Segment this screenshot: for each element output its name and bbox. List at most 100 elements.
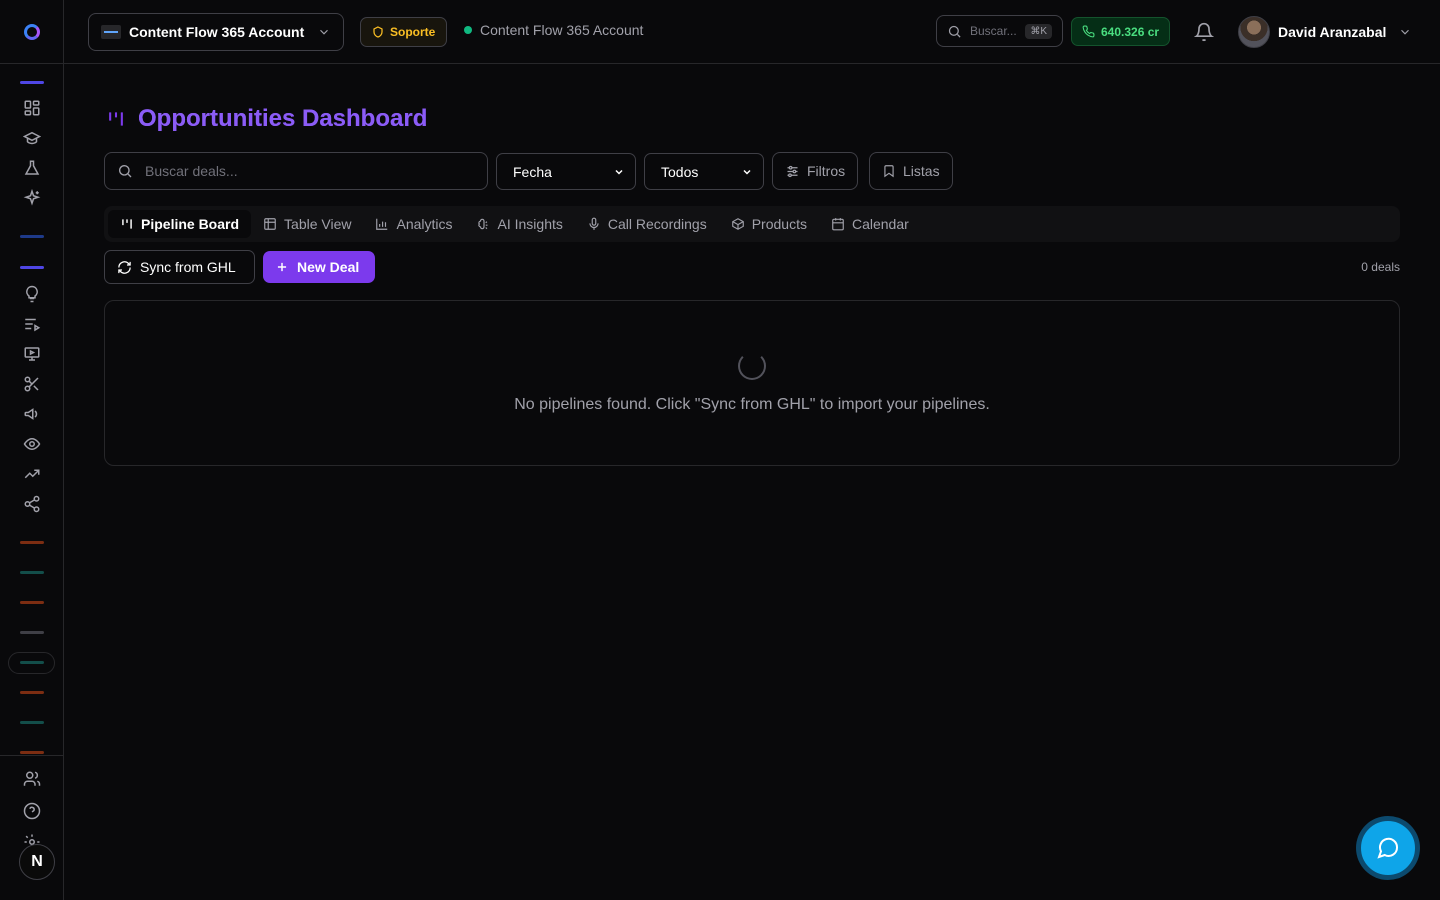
chevron-down-icon [1398,25,1412,39]
page-header: Opportunities Dashboard [106,105,427,133]
chevron-down-icon [741,166,753,178]
section-indicator [20,541,44,544]
graduation-cap-icon[interactable] [22,128,42,148]
lightbulb-icon[interactable] [22,284,42,304]
deal-search-placeholder: Buscar deals... [145,163,238,179]
section-indicator [20,691,44,694]
section-indicator [20,235,44,238]
tab-label: AI Insights [497,216,563,232]
status-dot [464,26,472,34]
workspace-avatar[interactable]: N [19,844,55,880]
status-select[interactable]: Todos [644,153,764,190]
view-tabs: Pipeline Board Table View Analytics AI I… [104,206,1400,242]
account-switcher[interactable]: Content Flow 365 Account [88,13,344,51]
user-menu[interactable]: David Aranzabal [1238,16,1412,48]
new-deal-label: New Deal [297,259,360,275]
status-select-value: Todos [661,163,699,180]
help-icon[interactable] [22,801,42,821]
plus-icon [275,260,289,274]
share-icon[interactable] [22,494,42,514]
megaphone-icon[interactable] [22,404,42,424]
tab-table-view[interactable]: Table View [251,210,363,238]
calendar-icon [831,217,845,231]
deal-search-input[interactable]: Buscar deals... [104,152,488,190]
sliders-icon [785,164,800,179]
page-title: Opportunities Dashboard [138,105,428,132]
bar-chart-icon [375,217,389,231]
section-indicator [20,661,44,664]
tab-label: Table View [284,216,352,232]
bell-icon[interactable] [1194,22,1214,42]
sidebar: N [0,0,64,900]
sidebar-divider [0,755,63,756]
section-indicator [20,721,44,724]
flask-icon[interactable] [22,158,42,178]
tab-label: Analytics [396,216,453,232]
trending-up-icon[interactable] [22,464,42,484]
tab-pipeline-board[interactable]: Pipeline Board [108,210,252,238]
section-indicator [20,571,44,574]
presentation-icon[interactable] [22,344,42,364]
chat-button[interactable] [1359,819,1417,877]
deal-count: 0 deals [1361,260,1400,274]
app-logo[interactable] [24,24,40,40]
tab-label: Call Recordings [607,216,707,232]
pipeline-board-panel: No pipelines found. Click "Sync from GHL… [104,300,1400,466]
tab-call-recordings[interactable]: Call Recordings [575,210,719,238]
filters-label: Filtros [807,163,846,179]
section-indicator [20,601,44,604]
search-icon [947,24,962,39]
tab-ai-insights[interactable]: AI Insights [465,210,575,238]
kanban-icon [106,109,126,129]
tab-calendar[interactable]: Calendar [819,210,921,238]
dashboard-icon[interactable] [22,98,42,118]
search-shortcut: ⌘K [1025,23,1052,39]
tab-products[interactable]: Products [719,210,819,238]
support-label: Soporte [390,25,436,39]
global-search[interactable]: Buscar... ⌘K [936,15,1063,47]
playlist-icon[interactable] [22,314,42,334]
section-indicator [20,631,44,634]
users-icon[interactable] [22,769,42,789]
top-header: Content Flow 365 Account Soporte Content… [64,0,1440,64]
chevron-down-icon [613,166,625,178]
account-thumbnail [101,25,121,39]
support-button[interactable]: Soporte [360,17,448,47]
filters-button[interactable]: Filtros [772,152,859,190]
package-icon [731,217,745,231]
sync-label: Sync from GHL [140,259,236,275]
avatar [1238,16,1270,48]
sparkles-icon[interactable] [22,188,42,208]
scissors-icon[interactable] [22,374,42,394]
user-name: David Aranzabal [1278,24,1387,40]
section-indicator [20,751,44,754]
sidebar-divider [0,63,63,64]
microphone-icon [587,217,601,231]
global-search-placeholder: Buscar... [970,24,1017,38]
account-name: Content Flow 365 Account [129,24,305,40]
credits-badge[interactable]: 640.326 cr [1071,17,1171,46]
account-status: Content Flow 365 Account [464,22,643,38]
refresh-icon [117,260,132,275]
table-icon [263,217,277,231]
tab-label: Products [751,216,807,232]
kanban-icon [120,217,134,231]
sync-from-ghl-button[interactable]: Sync from GHL [104,250,255,284]
tab-analytics[interactable]: Analytics [363,210,464,238]
tab-label: Pipeline Board [141,216,240,232]
eye-icon[interactable] [22,434,42,454]
date-select[interactable]: Fecha [496,153,636,190]
lists-button[interactable]: Listas [869,152,953,190]
shield-icon [372,26,384,38]
credits-value: 640.326 cr [1101,24,1160,39]
new-deal-button[interactable]: New Deal [263,251,375,283]
search-icon [117,163,133,179]
chevron-down-icon [317,25,331,39]
date-select-value: Fecha [513,163,552,180]
chat-bubble-icon [1376,836,1400,860]
phone-icon [1082,25,1095,38]
section-indicator [20,81,44,84]
tab-label: Calendar [851,216,909,232]
brain-icon [477,217,491,231]
lists-label: Listas [903,163,940,179]
